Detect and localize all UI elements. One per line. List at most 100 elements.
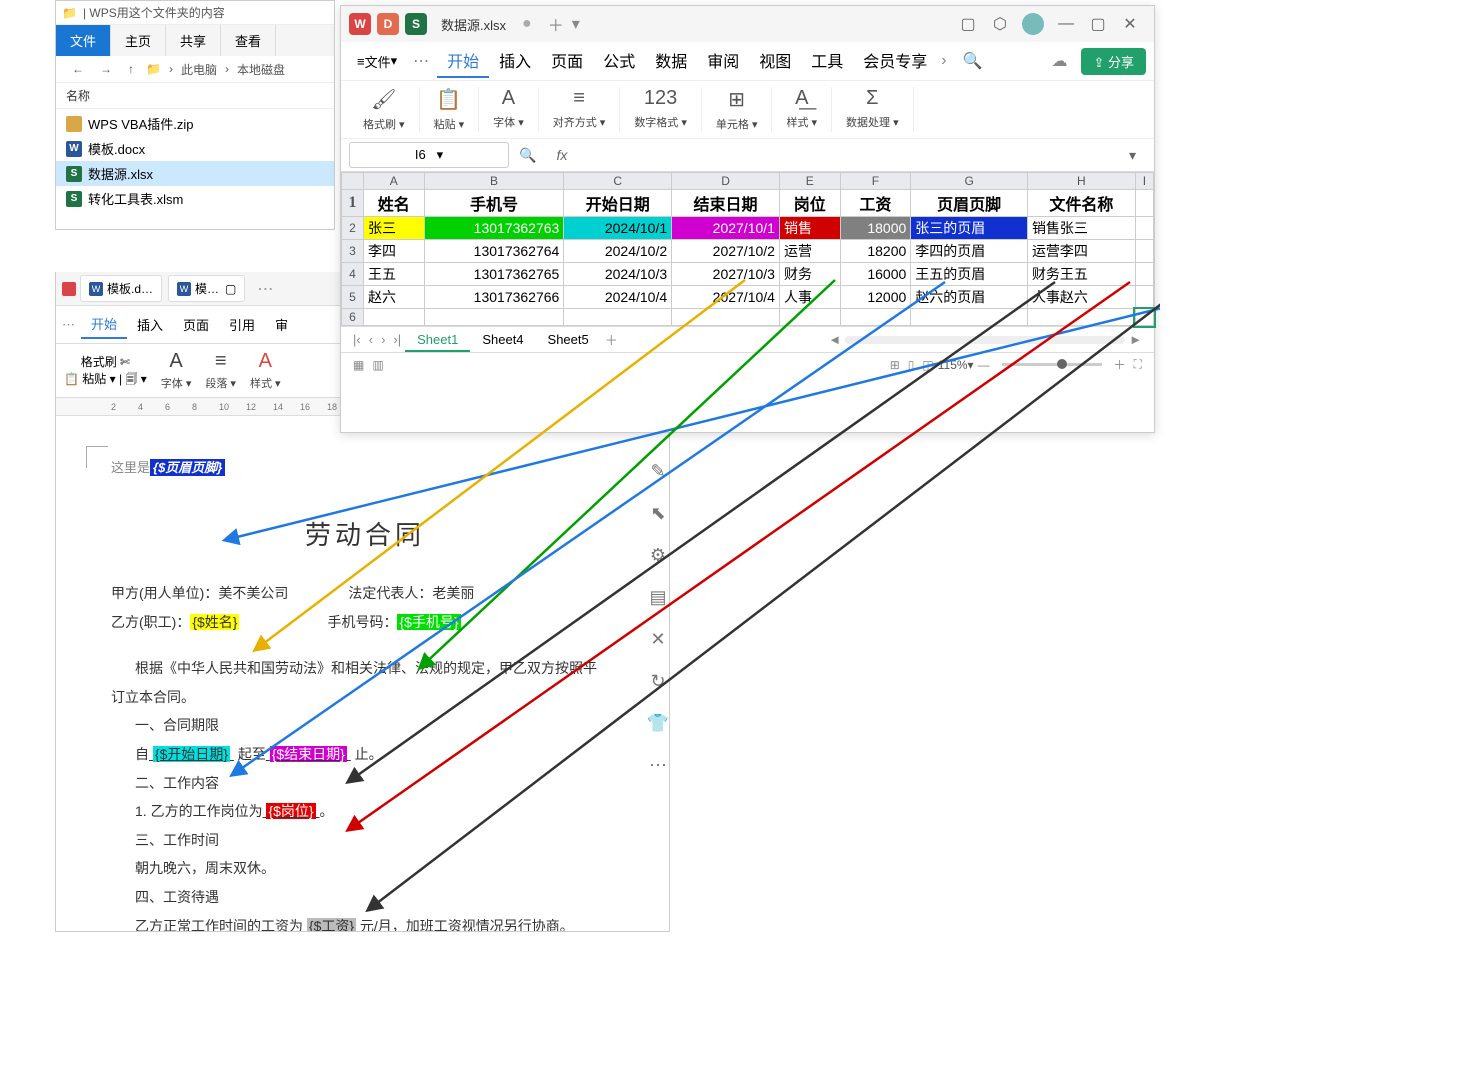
sheet-tab[interactable]: Sheet4	[470, 329, 535, 350]
file-tab[interactable]: 数据源.xlsx	[433, 12, 514, 37]
col-header[interactable]: A	[364, 173, 425, 190]
sheet-icon[interactable]: S	[405, 13, 427, 35]
zoom-icon[interactable]: 🔍	[509, 143, 546, 168]
layout-icon[interactable]: ▢	[952, 10, 984, 38]
column-header-name[interactable]: 名称	[56, 83, 334, 109]
toolbar-数据处理[interactable]: Σ数据处理 ▾	[832, 87, 914, 132]
tab-home[interactable]: 主页	[111, 25, 166, 56]
new-tab-button[interactable]: ＋	[540, 12, 572, 36]
more-icon[interactable]: ⋯	[405, 51, 437, 71]
sheet-tab[interactable]: Sheet5	[536, 329, 601, 350]
close-button[interactable]: ✕	[1114, 10, 1146, 38]
next-icon[interactable]: ›	[377, 332, 389, 347]
pointer-icon[interactable]: ⬉	[640, 492, 676, 534]
ribbon-插入[interactable]: 插入	[489, 44, 541, 78]
tab-share[interactable]: 共享	[166, 25, 221, 56]
col-header[interactable]: F	[840, 173, 911, 190]
more-icon[interactable]: ⋯	[257, 279, 273, 299]
more-icon[interactable]: ⋯	[640, 744, 676, 786]
zoom-in-button[interactable]: ＋	[1110, 356, 1130, 373]
refresh-icon[interactable]: ↻	[640, 660, 676, 702]
pen-icon[interactable]: ✎	[640, 450, 676, 492]
zoom-label[interactable]: 115%	[938, 358, 968, 372]
minimize-button[interactable]: —	[1050, 10, 1082, 38]
file-item[interactable]: S数据源.xlsx	[56, 161, 334, 186]
ribbon-公式[interactable]: 公式	[593, 44, 645, 78]
view-page-icon[interactable]: ▯	[904, 358, 919, 372]
search-icon[interactable]: 🔍	[951, 51, 995, 71]
toolbar-格式刷[interactable]: 🖌格式刷 ▾	[349, 87, 420, 132]
toolbar-数字格式[interactable]: 123数字格式 ▾	[620, 87, 702, 132]
cart-icon[interactable]: 👕	[640, 702, 676, 744]
doc-tab-2[interactable]: W模…▢	[168, 275, 245, 302]
ribbon-视图[interactable]: 视图	[749, 44, 801, 78]
ribbon-page[interactable]: 页面	[173, 311, 219, 338]
settings-icon[interactable]: ⚙	[640, 534, 676, 576]
more-icon[interactable]: ⋯	[62, 317, 75, 333]
tools-icon[interactable]: ✕	[640, 618, 676, 660]
ribbon-review[interactable]: 审	[265, 311, 298, 338]
col-header[interactable]: H	[1027, 173, 1135, 190]
view-icon[interactable]: ▥	[368, 358, 387, 372]
tab-view[interactable]: 查看	[221, 25, 276, 56]
doc-header: 这里是{$页眉页脚}	[111, 456, 619, 481]
tool-font[interactable]: A字体 ▾	[161, 350, 192, 391]
view-normal-icon[interactable]: ⊞	[886, 358, 904, 372]
tool-paragraph[interactable]: ≡段落 ▾	[205, 350, 236, 391]
last-icon[interactable]: ›|	[389, 332, 405, 347]
tool-format-paste[interactable]: 格式刷 ✄ 📋 粘贴 ▾ | 🗐 ▾	[64, 353, 147, 391]
nav-fwd[interactable]: →	[96, 60, 116, 78]
toolbar-单元格[interactable]: ⊞单元格 ▾	[702, 87, 773, 132]
fullscreen-icon[interactable]: ⛶	[1130, 357, 1146, 372]
fx-icon[interactable]: fx	[546, 143, 577, 167]
ribbon-页面[interactable]: 页面	[541, 44, 593, 78]
toolbar-粘贴[interactable]: 📋粘贴 ▾	[420, 87, 480, 132]
chevron-right-icon[interactable]: ›	[937, 52, 950, 70]
cloud-icon[interactable]: ☁	[1043, 51, 1075, 71]
col-header[interactable]: B	[424, 173, 564, 190]
share-button[interactable]: ⇪ 分享	[1081, 48, 1146, 75]
prev-icon[interactable]: ‹	[365, 332, 377, 347]
tab-file[interactable]: 文件	[56, 25, 111, 56]
toolbar-对齐方式[interactable]: ≡对齐方式 ▾	[539, 87, 621, 132]
sheet-tab[interactable]: Sheet1	[405, 329, 470, 352]
maximize-button[interactable]: ▢	[1082, 10, 1114, 38]
doc-tab-1[interactable]: W模板.d…	[80, 275, 162, 302]
ribbon-会员专享[interactable]: 会员专享	[853, 44, 937, 78]
view-split-icon[interactable]: ◫	[918, 358, 937, 372]
file-item[interactable]: W模板.docx	[56, 136, 334, 161]
avatar-icon[interactable]	[1022, 13, 1044, 35]
col-header[interactable]: C	[564, 173, 672, 190]
tool-style[interactable]: A样式 ▾	[250, 350, 281, 391]
zoom-out-button[interactable]: —	[974, 358, 994, 372]
expand-fx-icon[interactable]: ▾	[1119, 143, 1146, 168]
ribbon-insert[interactable]: 插入	[127, 311, 173, 338]
file-item[interactable]: S转化工具表.xlsm	[56, 186, 334, 211]
nav-back[interactable]: ←	[68, 60, 88, 78]
ribbon-ref[interactable]: 引用	[219, 311, 265, 338]
nav-up[interactable]: ↑	[124, 60, 138, 78]
col-header[interactable]: E	[779, 173, 840, 190]
ribbon-开始[interactable]: 开始	[437, 44, 489, 78]
col-header[interactable]: G	[911, 173, 1028, 190]
cube-icon[interactable]: ⬡	[984, 10, 1016, 38]
name-box[interactable]: I6 ▾	[349, 142, 509, 168]
col-header[interactable]: I	[1135, 173, 1153, 190]
toolbar-字体[interactable]: A字体 ▾	[479, 87, 539, 132]
menu-file[interactable]: ≡ 文件 ▾	[349, 48, 405, 75]
view-icon[interactable]: ▦	[349, 358, 368, 372]
ribbon-start[interactable]: 开始	[81, 310, 127, 339]
add-sheet-button[interactable]: ＋	[601, 330, 622, 349]
toolbar-样式[interactable]: A͟样式 ▾	[772, 87, 832, 132]
grid-area[interactable]: ABCDEFGHI1姓名手机号开始日期结束日期岗位工资页眉页脚文件名称2张三13…	[341, 172, 1154, 326]
doc-icon[interactable]: D	[377, 13, 399, 35]
zoom-slider[interactable]	[1002, 363, 1102, 366]
col-header[interactable]: D	[672, 173, 780, 190]
layout-icon[interactable]: ▤	[640, 576, 676, 618]
first-icon[interactable]: |‹	[349, 332, 365, 347]
document-area[interactable]: 这里是{$页眉页脚} 劳动合同 甲方(用人单位)：美不美公司 法定代表人：老美丽…	[56, 416, 669, 932]
ribbon-数据[interactable]: 数据	[645, 44, 697, 78]
file-item[interactable]: WPS VBA插件.zip	[56, 111, 334, 136]
ribbon-工具[interactable]: 工具	[801, 44, 853, 78]
ribbon-审阅[interactable]: 审阅	[697, 44, 749, 78]
